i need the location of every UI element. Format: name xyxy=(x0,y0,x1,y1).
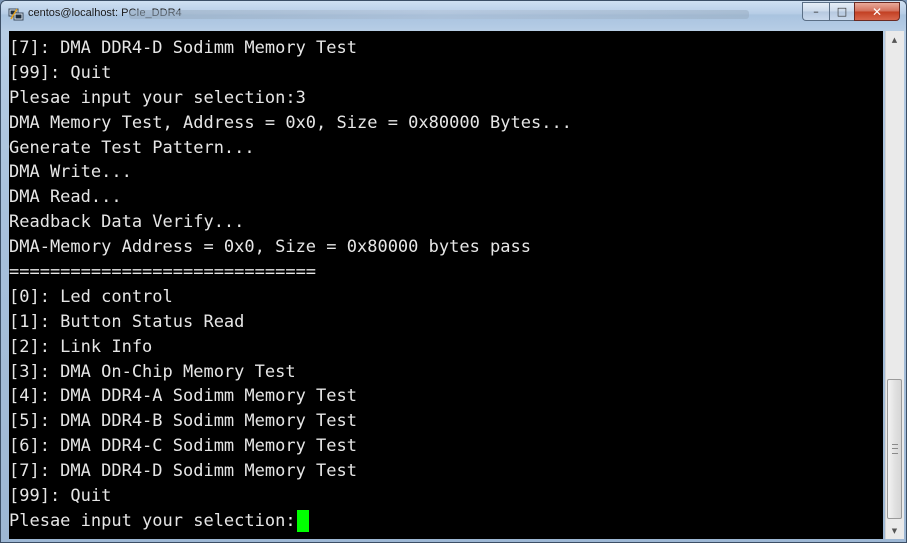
terminal-line: Readback Data Verify... xyxy=(9,212,245,233)
title-redacted-area xyxy=(129,10,749,19)
terminal-line: Generate Test Pattern... xyxy=(9,137,255,158)
menu-item-ddr4-d-test: [7]: DMA DDR4-D Sodimm Memory Test xyxy=(9,461,357,482)
terminal-line: Plesae input your selection:3 xyxy=(9,87,306,108)
menu-item-ddr4-b-test: [5]: DMA DDR4-B Sodimm Memory Test xyxy=(9,411,357,432)
menu-item-led-control: [0]: Led control xyxy=(9,286,173,307)
menu-item-onchip-test: [3]: DMA On-Chip Memory Test xyxy=(9,361,296,382)
menu-item-link-info: [2]: Link Info xyxy=(9,336,153,357)
terminal-line: DMA Read... xyxy=(9,187,122,208)
minimize-button[interactable]: – xyxy=(802,2,829,21)
terminal-line: [99]: Quit xyxy=(9,62,112,83)
scroll-down-arrow-icon[interactable]: ▼ xyxy=(886,522,903,539)
window-controls: – □ ✕ xyxy=(802,2,900,21)
vertical-scrollbar[interactable]: ▲ ▼ xyxy=(885,31,904,539)
menu-item-ddr4-c-test: [6]: DMA DDR4-C Sodimm Memory Test xyxy=(9,436,357,457)
text-cursor xyxy=(296,510,309,533)
putty-terminal-icon[interactable] xyxy=(8,6,24,22)
grip-icon xyxy=(892,444,898,454)
menu-item-button-status: [1]: Button Status Read xyxy=(9,311,245,332)
terminal-line: DMA Write... xyxy=(9,162,132,183)
maximize-button[interactable]: □ xyxy=(829,2,854,21)
input-prompt: Plesae input your selection: xyxy=(9,510,296,531)
menu-item-ddr4-a-test: [4]: DMA DDR4-A Sodimm Memory Test xyxy=(9,386,357,407)
scrollbar-thumb[interactable] xyxy=(887,379,902,519)
terminal-line: DMA Memory Test, Address = 0x0, Size = 0… xyxy=(9,112,572,133)
close-button[interactable]: ✕ xyxy=(854,2,900,21)
terminal-separator: ============================== xyxy=(9,262,317,283)
terminal-line: [7]: DMA DDR4-D Sodimm Memory Test xyxy=(9,38,357,58)
input-prompt-line[interactable]: Plesae input your selection: xyxy=(9,509,572,534)
title-bar[interactable]: centos@localhost: PCIe_DDR4 – □ ✕ xyxy=(1,1,906,29)
terminal-lines: [7]: DMA DDR4-D Sodimm Memory Test [99]:… xyxy=(9,36,572,534)
terminal-line: DMA-Memory Address = 0x0, Size = 0x80000… xyxy=(9,237,531,258)
scroll-up-arrow-icon[interactable]: ▲ xyxy=(886,31,903,48)
terminal-output[interactable]: [7]: DMA DDR4-D Sodimm Memory Test [99]:… xyxy=(9,31,883,539)
menu-item-quit: [99]: Quit xyxy=(9,486,112,507)
terminal-window: centos@localhost: PCIe_DDR4 – □ ✕ [7]: D… xyxy=(0,0,907,543)
